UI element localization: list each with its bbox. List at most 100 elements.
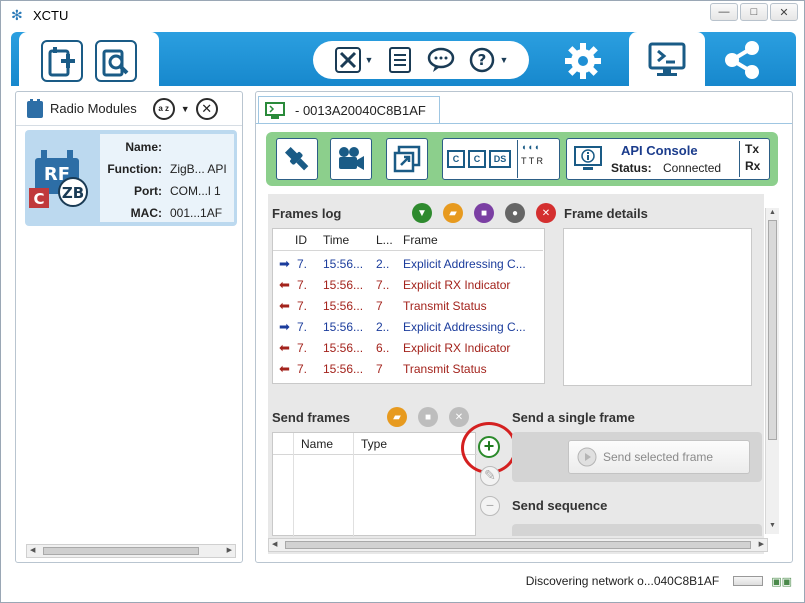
table-row[interactable]: ⬅ 7. 15:56... 7 Transmit Status (273, 296, 543, 317)
scroll-thumb[interactable] (768, 220, 777, 440)
add-radio-button[interactable] (41, 40, 83, 82)
close-button[interactable]: ✕ (770, 3, 798, 21)
frames-log-header: ID Time L... Frame (273, 229, 543, 251)
sort-modules-button[interactable]: a z (152, 97, 175, 120)
rx-label: Rx (745, 159, 761, 173)
frames-log-vertical-scrollbar[interactable]: ▲ ▼ (544, 229, 545, 383)
scroll-left-icon[interactable]: ◀ (272, 540, 277, 548)
configuration-button[interactable] (561, 39, 605, 83)
profile-list-icon[interactable] (386, 46, 414, 74)
network-mode-tab[interactable] (717, 37, 767, 83)
radio-modules-header: Radio Modules a z ▼ ✕ (16, 92, 242, 126)
status-value: Connected (663, 161, 722, 175)
frames-log-title: Frames log (272, 206, 342, 221)
table-row[interactable]: ➡ 7. 15:56... 2.. Explicit Addressing C.… (273, 254, 543, 275)
app-window: ✻ XCTU — □ ✕ ▼ ? ▼ Radio Modules a z ▼ ✕… (0, 0, 805, 603)
scroll-up-icon[interactable]: ▲ (769, 209, 776, 216)
scroll-left-icon[interactable]: ◀ (30, 546, 35, 554)
frame-details-box (563, 228, 752, 386)
zb-badge: ZB (62, 184, 84, 202)
frames-generator-button[interactable]: DS (489, 150, 511, 168)
console-vertical-scrollbar[interactable]: ▲ ▼ (765, 208, 779, 534)
table-row[interactable]: ➡ 7. 15:56... 2.. Explicit Addressing C.… (273, 317, 543, 338)
record-session-button[interactable] (330, 138, 372, 180)
video-camera-icon (339, 147, 364, 170)
console-tab[interactable]: - 0013A20040C8B1AF (258, 96, 440, 124)
tools-icon[interactable] (334, 46, 362, 74)
save-frames-button[interactable]: ■ (474, 203, 494, 223)
frames-log-table: ID Time L... Frame ➡ 7. 15:56... 2.. Exp… (272, 228, 545, 384)
open-connection-button[interactable] (276, 138, 318, 180)
console-horizontal-scrollbar[interactable]: ◀ ▶ (268, 538, 768, 552)
xctu-logo-icon: ✻ (11, 7, 23, 23)
console-tab-icon (265, 101, 285, 119)
window-title: XCTU (33, 7, 69, 23)
feedback-bubble-icon[interactable] (427, 46, 455, 74)
frame-details-title: Frame details (564, 206, 648, 221)
incoming-arrow-icon: ⬅ (279, 277, 290, 292)
status-text: Discovering network o...040C8B1AF (525, 574, 720, 588)
detach-console-button[interactable] (386, 138, 428, 180)
table-row[interactable]: ⬅ 7. 15:56... 6.. Explicit RX Indicator (273, 338, 543, 359)
module-function-row: Function: ZigB... API (107, 162, 227, 176)
scroll-thumb[interactable] (43, 547, 199, 555)
gear-icon (565, 43, 601, 79)
discover-radio-button[interactable] (95, 40, 137, 82)
incoming-arrow-icon: ⬅ (279, 298, 290, 313)
detach-window-icon (393, 145, 421, 173)
help-dropdown-caret-icon[interactable]: ▼ (500, 55, 509, 65)
modules-horizontal-scrollbar[interactable]: ◀ ▶ (26, 544, 236, 558)
restore-button[interactable]: □ (740, 3, 768, 21)
help-icon[interactable]: ? (468, 46, 496, 74)
plus-icon: + (483, 436, 495, 456)
status-bar: Discovering network o...040C8B1AF ▣▣ (1, 569, 804, 593)
load-send-frames-button[interactable]: ▰ (387, 407, 407, 427)
remove-frame-button[interactable]: − (480, 496, 500, 516)
remove-module-button[interactable]: ✕ (195, 97, 218, 120)
send-frames-title: Send frames (272, 410, 351, 425)
scroll-thumb[interactable] (285, 541, 751, 549)
module-name-row: Name: (125, 140, 162, 154)
network-activity-icon[interactable]: ▣▣ (771, 575, 792, 588)
filter-icon: ▼ (417, 207, 427, 219)
lock-scroll-button[interactable]: ● (505, 203, 525, 223)
info-monitor-icon (574, 146, 602, 170)
tools-dropdown-caret-icon[interactable]: ▼ (365, 55, 374, 65)
send-selected-frame-button[interactable]: Send selected frame (568, 440, 750, 474)
add-frame-button[interactable]: + (478, 436, 500, 458)
radio-module-icon (27, 98, 43, 118)
console-toolbar: C C DS ◖◖◖ T T R API Console Status: Con… (266, 132, 778, 186)
radio-module-card[interactable]: RF ZB C Name: Function: ZigB... API Port… (25, 130, 237, 226)
load-frames-button[interactable]: ▰ (443, 203, 463, 223)
api-console-status: API Console Status: Connected Tx Rx (566, 138, 770, 180)
scroll-right-icon[interactable]: ▶ (227, 546, 232, 554)
mini-toggle-icons: ◖◖◖ (521, 142, 541, 152)
scroll-right-icon[interactable]: ▶ (759, 540, 764, 548)
clear-session-button[interactable]: C (468, 150, 486, 168)
clear-icon: ✕ (541, 207, 551, 219)
tools-toolbar: ▼ ? ▼ (313, 41, 529, 79)
consoles-mode-tab[interactable] (629, 32, 705, 88)
save-icon: ■ (480, 207, 488, 219)
c-badge: C (33, 190, 44, 208)
sort-dropdown-caret-icon[interactable]: ▼ (181, 104, 190, 114)
minimize-button[interactable]: — (710, 3, 738, 21)
edit-frame-button[interactable]: ✎ (480, 466, 500, 486)
svg-text:?: ? (478, 51, 487, 69)
send-sequence-title: Send sequence (512, 498, 608, 513)
radio-modules-title: Radio Modules (50, 101, 137, 116)
filter-frames-button[interactable]: ▼ (412, 203, 432, 223)
send-sequence-box (512, 524, 762, 536)
table-row[interactable]: ⬅ 7. 15:56... 7.. Explicit RX Indicator (273, 275, 543, 296)
remove-all-frames-button[interactable]: ✕ (449, 407, 469, 427)
close-icon: ✕ (201, 100, 213, 116)
clear-console-button[interactable]: C (447, 150, 465, 168)
save-send-frames-button[interactable]: ■ (418, 407, 438, 427)
clear-frames-button[interactable]: ✕ (536, 203, 556, 223)
table-row[interactable]: ⬅ 7. 15:56... 7 Transmit Status (273, 359, 543, 380)
scroll-down-icon[interactable]: ▼ (769, 522, 776, 529)
title-bar: ✻ XCTU — □ ✕ (1, 1, 804, 29)
module-info: Name: Function: ZigB... API Port: COM...… (100, 134, 234, 222)
mini-tx-rx-toggles: ◖◖◖ T T R (517, 140, 543, 178)
api-console-title: API Console (621, 143, 698, 158)
